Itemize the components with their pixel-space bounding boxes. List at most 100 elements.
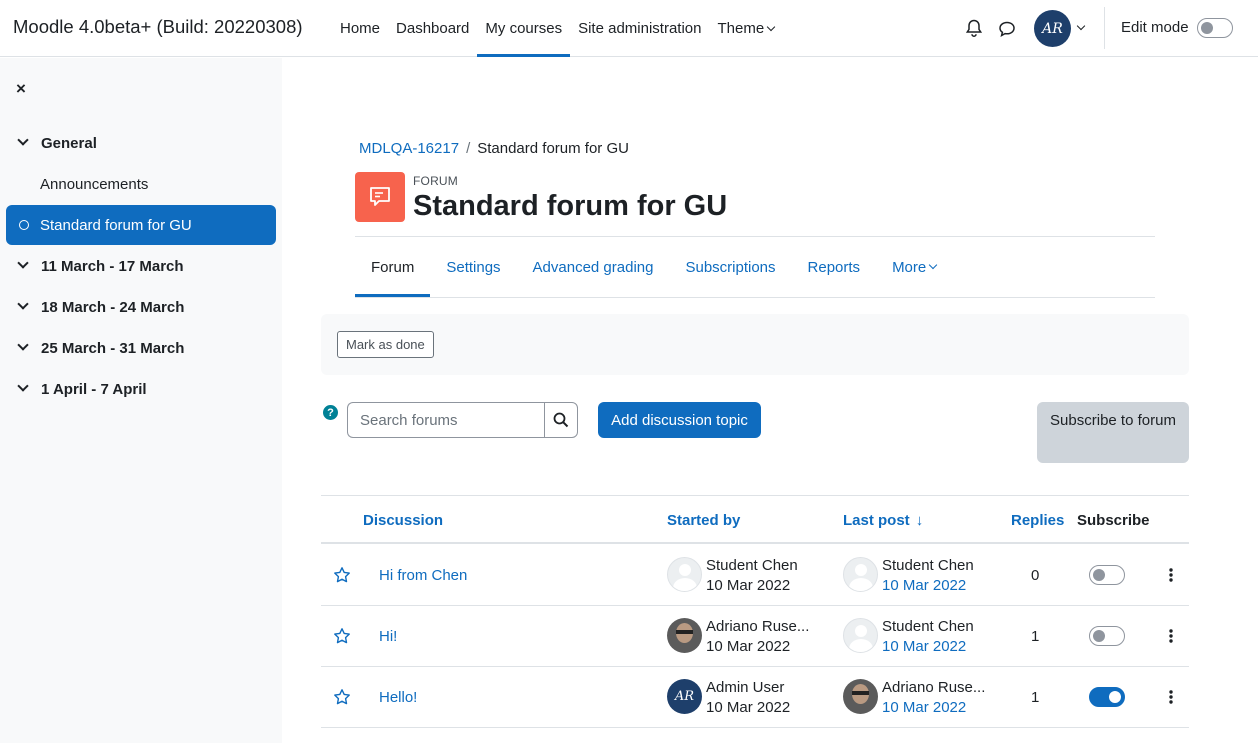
star-icon[interactable] [333,627,351,645]
more-actions-icon[interactable] [1169,689,1173,705]
forum-icon [355,172,405,222]
chevron-down-icon[interactable] [17,380,29,392]
drawer-item-label: Standard forum for GU [40,216,192,234]
search-forums-input[interactable] [347,402,545,438]
subscribe-to-forum-button[interactable]: Subscribe to forum [1037,402,1189,463]
avatar[interactable] [667,557,702,592]
drawer-item-standard-forum[interactable]: Standard forum for GU [6,205,276,245]
drawer-item-announcements[interactable]: Announcements [6,164,276,204]
secondary-nav-tabs: Forum Settings Advanced grading Subscrip… [355,237,952,297]
tab-settings[interactable]: Settings [430,237,516,297]
breadcrumb-separator: / [466,140,471,157]
edit-mode-label: Edit mode [1121,19,1189,36]
activity-completion-bar: Mark as done [321,314,1189,375]
drawer-section-label: 25 March - 31 March [41,339,185,357]
close-icon[interactable]: × [16,79,26,99]
star-icon[interactable] [333,688,351,706]
divider [355,297,1155,298]
avatar[interactable] [843,618,878,653]
started-by-name: Adriano Ruse... [706,618,810,635]
tab-reports[interactable]: Reports [792,237,877,297]
discussion-link[interactable]: Hi from Chen [379,567,467,584]
nav-my-courses[interactable]: My courses [477,0,570,57]
message-icon[interactable] [997,19,1017,39]
started-by-name: Student Chen [706,557,798,574]
avatar[interactable] [667,618,702,653]
avatar[interactable]: AR [667,679,702,714]
replies-count: 0 [1031,567,1040,584]
tab-more[interactable]: More [876,237,952,297]
avatar[interactable] [843,557,878,592]
drawer-section-label: 1 April - 7 April [41,380,147,398]
drawer-section-week-3[interactable]: 25 March - 31 March [6,328,276,368]
tab-forum[interactable]: Forum [355,237,431,297]
more-actions-icon[interactable] [1169,628,1173,644]
last-post-date-link[interactable]: 10 Mar 2022 [882,699,966,716]
started-date: 10 Mar 2022 [706,577,791,594]
chevron-down-icon[interactable] [17,257,29,269]
avatar[interactable] [843,679,878,714]
column-header-discussion[interactable]: Discussion [363,512,443,529]
drawer-section-label: 11 March - 17 March [41,257,184,275]
help-icon[interactable]: ? [323,405,338,420]
last-post-date-link[interactable]: 10 Mar 2022 [882,577,966,594]
replies-count: 1 [1031,689,1040,706]
search-icon [553,412,569,428]
last-post-author: Student Chen [882,618,974,635]
user-avatar[interactable]: AR [1034,10,1071,47]
subscribe-toggle[interactable] [1089,687,1125,707]
mark-as-done-button[interactable]: Mark as done [337,331,434,358]
breadcrumb-course-link[interactable]: MDLQA-16217 [359,140,459,157]
discussion-link[interactable]: Hello! [379,689,417,706]
column-header-started-by[interactable]: Started by [667,512,740,529]
drawer-item-label: Announcements [40,175,149,193]
chevron-down-icon[interactable] [17,134,29,146]
site-brand[interactable]: Moodle 4.0beta+ (Build: 20220308) [13,16,303,38]
page-title: Standard forum for GU [413,190,728,222]
search-button[interactable] [544,402,578,438]
sort-arrow-icon: ↓ [915,512,924,529]
chevron-down-icon [766,22,776,31]
chevron-down-icon[interactable] [17,339,29,351]
more-actions-icon[interactable] [1169,567,1173,583]
started-by-name: Admin User [706,679,785,696]
nav-site-administration[interactable]: Site administration [570,0,709,57]
nav-theme[interactable]: Theme [710,0,783,57]
drawer-section-label: General [41,134,97,152]
toggle-knob [1093,629,1105,642]
tab-more-label: More [892,258,927,276]
chevron-down-icon[interactable] [17,298,29,310]
column-header-last-post[interactable]: Last post ↓ [843,512,923,529]
started-date: 10 Mar 2022 [706,699,791,716]
table-row: Hi from Chen Student Chen 10 Mar 2022 St… [321,545,1189,606]
edit-mode-toggle[interactable] [1197,18,1233,38]
add-discussion-topic-button[interactable]: Add discussion topic [598,402,761,438]
toggle-knob [1201,21,1213,34]
tab-subscriptions[interactable]: Subscriptions [669,237,791,297]
column-header-replies[interactable]: Replies [1011,512,1064,529]
last-post-date-link[interactable]: 10 Mar 2022 [882,638,966,655]
navbar-divider [1104,7,1105,49]
drawer-section-week-4[interactable]: 1 April - 7 April [6,369,276,409]
chevron-down-icon [929,260,938,270]
discussion-link[interactable]: Hi! [379,628,397,645]
column-header-subscribe: Subscribe [1077,512,1150,529]
subscribe-toggle[interactable] [1089,626,1125,646]
nav-dashboard[interactable]: Dashboard [388,0,477,57]
chevron-down-icon[interactable] [1076,21,1086,31]
nav-home[interactable]: Home [332,0,388,57]
started-date: 10 Mar 2022 [706,638,791,655]
tab-advanced-grading[interactable]: Advanced grading [517,237,670,297]
toggle-knob [1109,690,1121,703]
table-top-border [321,495,1189,496]
activity-type-label: FORUM [413,174,458,188]
bell-icon[interactable] [964,18,984,38]
drawer-section-week-2[interactable]: 18 March - 24 March [6,287,276,327]
subscribe-toggle[interactable] [1089,565,1125,585]
drawer-section-week-1[interactable]: 11 March - 17 March [6,246,276,286]
drawer-section-general[interactable]: General [6,123,276,163]
drawer-section-label: 18 March - 24 March [41,298,185,316]
table-row: Hi! Adriano Ruse... 10 Mar 2022 Student … [321,606,1189,667]
star-icon[interactable] [333,566,351,584]
course-index-drawer: × General Announcements Standard forum f… [0,58,282,743]
